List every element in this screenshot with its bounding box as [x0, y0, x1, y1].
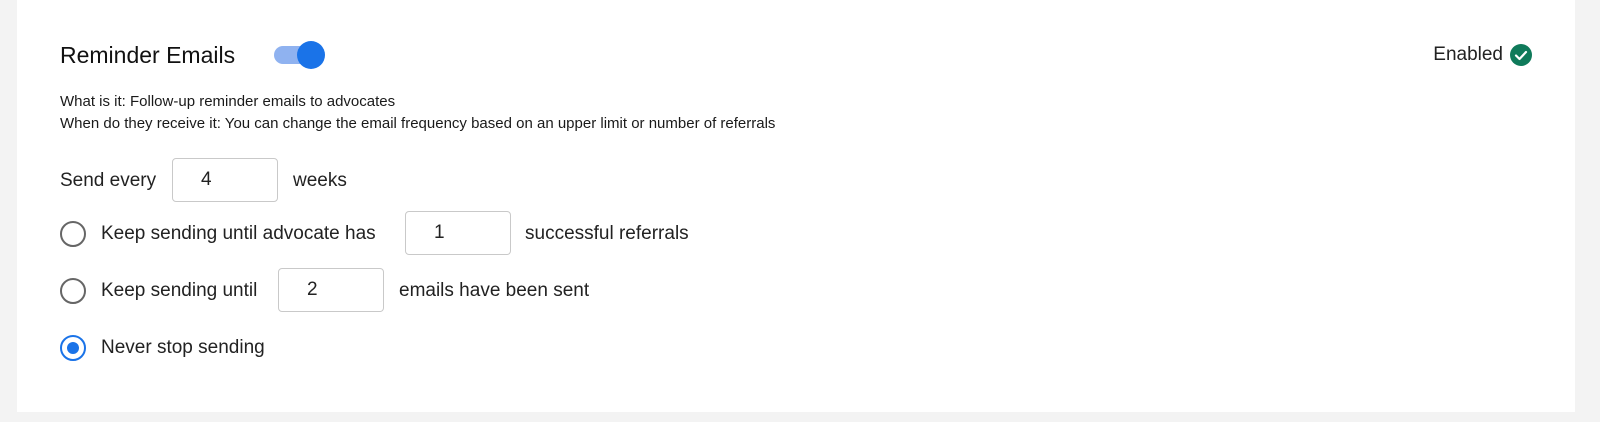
until-emails-label: Keep sending until [101, 280, 258, 301]
emails-sent-label: emails have been sent [399, 280, 590, 301]
radio-until-emails-sent[interactable] [60, 278, 86, 304]
send-every-label: Send every [60, 170, 157, 191]
referrals-count-input[interactable] [405, 211, 511, 255]
section-title: Reminder Emails [60, 42, 236, 68]
successful-referrals-label: successful referrals [525, 223, 689, 244]
radio-never-stop[interactable] [60, 335, 86, 361]
reminder-emails-toggle[interactable] [273, 41, 325, 69]
never-stop-label: Never stop sending [101, 337, 265, 358]
description-what: What is it: Follow-up reminder emails to… [60, 93, 396, 110]
radio-until-referrals[interactable] [60, 221, 86, 247]
status-label: Enabled [1433, 44, 1503, 65]
check-circle-icon [1510, 44, 1532, 66]
description-when: When do they receive it: You can change … [60, 115, 776, 132]
frequency-weeks-input[interactable] [172, 158, 278, 202]
weeks-label: weeks [293, 170, 347, 191]
reminder-emails-card: Reminder Emails Enabled What is it: Foll… [17, 0, 1575, 412]
toggle-knob [297, 41, 325, 69]
emails-count-input[interactable] [278, 268, 384, 312]
radio-selected-dot [67, 342, 79, 354]
until-referrals-label: Keep sending until advocate has [101, 223, 376, 244]
